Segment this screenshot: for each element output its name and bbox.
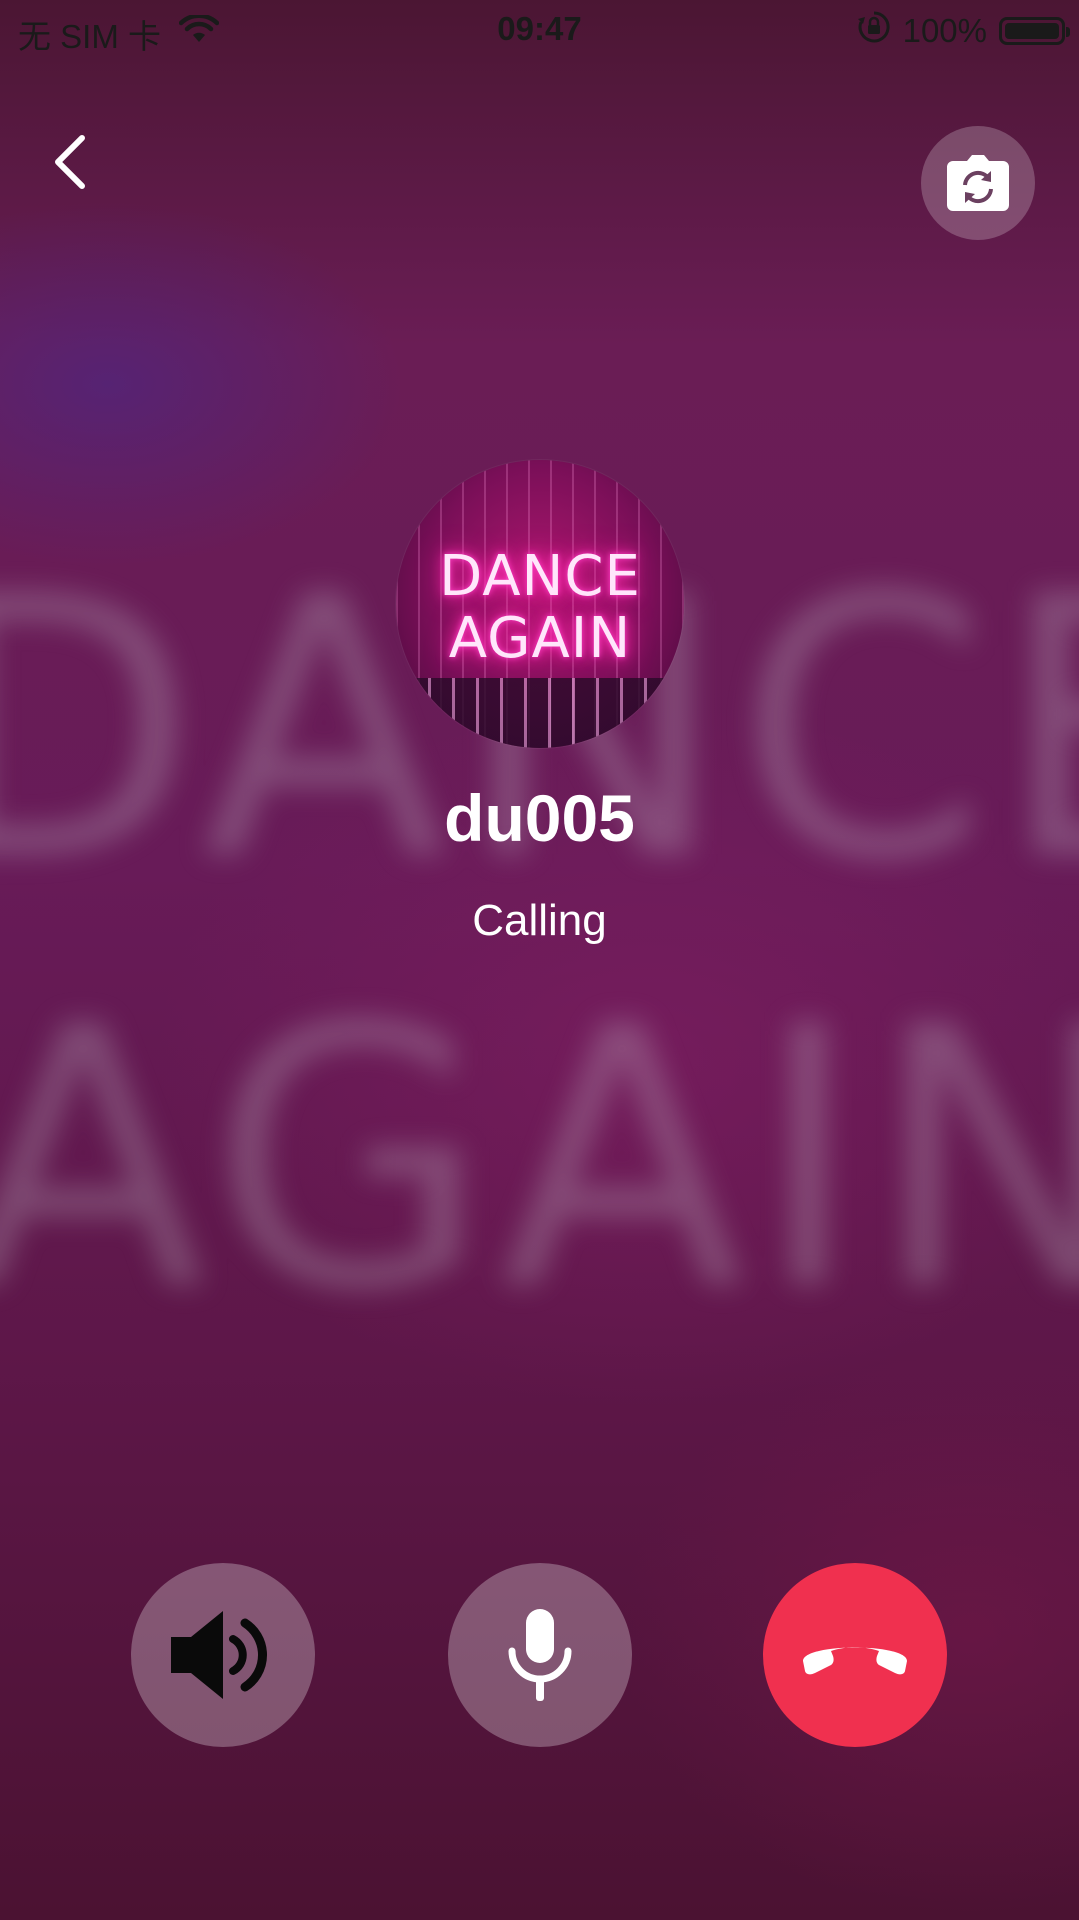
back-button[interactable] [44,128,100,196]
hang-up-button[interactable] [763,1563,947,1747]
speaker-button[interactable] [131,1563,315,1747]
call-status: Calling [472,896,607,945]
status-bar: 无 SIM 卡 09:47 100% [0,0,1079,58]
mute-button[interactable] [448,1563,632,1747]
speaker-icon [171,1611,267,1699]
caller-name: du005 [444,781,635,855]
microphone-icon [508,1609,572,1701]
avatar: DANCE AGAIN [396,460,684,748]
avatar-neon-line1: DANCE [439,544,641,609]
avatar-neon-line2: AGAIN [448,606,632,671]
switch-camera-button[interactable] [921,126,1035,240]
background-text-line2: AGAIN [0,950,1079,1369]
phone-hangup-icon [803,1647,907,1675]
battery-percent: 100% [902,12,987,49]
camera-switch-icon [947,155,1009,211]
orientation-lock-icon [857,10,891,52]
battery-icon [999,17,1070,45]
chevron-left-icon [55,135,85,189]
